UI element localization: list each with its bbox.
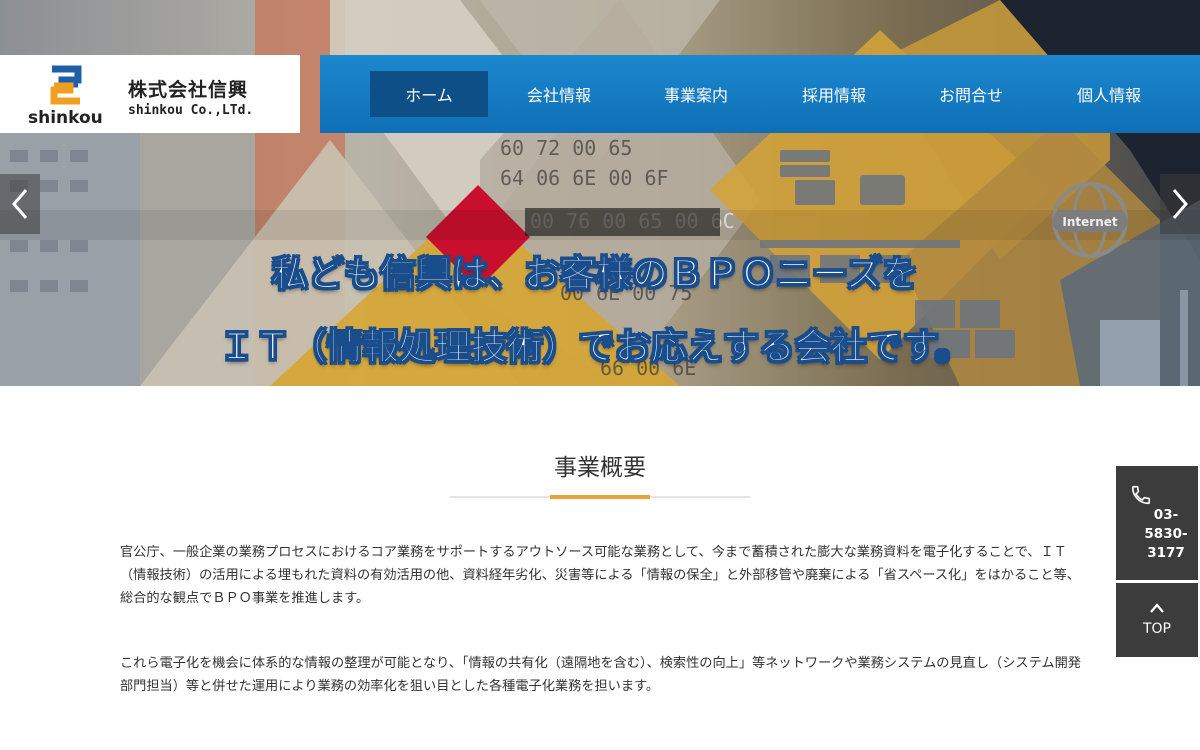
svg-text:60 72 00 65: 60 72 00 65 (500, 136, 632, 160)
hero-banner: 60 72 00 65 64 06 6E 00 6F 00 76 00 65 0… (0, 0, 1200, 386)
hero-headline-2: ＩＴ（情報処理技術）でお応えする会社です。 (218, 327, 972, 369)
logo-text-ja: 株式会社信興 (128, 79, 249, 101)
nav-item-recruit[interactable]: 採用情報 (780, 71, 888, 117)
nav-item-company[interactable]: 会社情報 (505, 71, 613, 117)
chevron-right-icon (1172, 189, 1188, 219)
logo[interactable]: shinkou 株式会社信興 shinkou Co.,LTd. (0, 55, 300, 133)
phone-widget[interactable]: 03-5830-3177 (1116, 466, 1198, 580)
main-nav: ホーム 会社情報 事業案内 採用情報 お問合せ 個人情報 (320, 55, 1200, 133)
back-to-top-label: TOP (1142, 621, 1171, 637)
title-accent-bar (550, 495, 650, 499)
paragraph-1: 官公庁、一般企業の業務プロセスにおけるコア業務をサポートするアウトソース可能な業… (120, 545, 1080, 606)
chevron-up-icon (1150, 603, 1164, 613)
nav-item-home[interactable]: ホーム (370, 71, 488, 117)
phone-number: 03-5830-3177 (1144, 507, 1188, 561)
logo-company-name: shinkou Co.,LTd. (128, 103, 254, 118)
svg-text:64 06 6E 00 6F: 64 06 6E 00 6F (500, 166, 669, 190)
logo-text-en: shinkou (28, 108, 103, 128)
paragraph-2: これら電子化を機会に体系的な情報の整理が可能となり、「情報の共有化（遠隔地を含む… (120, 656, 1081, 694)
shinkou-logo-icon (50, 65, 82, 105)
nav-item-privacy[interactable]: 個人情報 (1055, 71, 1163, 117)
nav-item-contact[interactable]: お問合せ (917, 71, 1025, 117)
back-to-top-button[interactable]: TOP (1116, 583, 1198, 657)
slider-prev-button[interactable] (0, 174, 40, 234)
chevron-left-icon (12, 189, 28, 219)
nav-item-business[interactable]: 事業案内 (642, 71, 750, 117)
slider-next-button[interactable] (1160, 174, 1200, 234)
phone-icon (1131, 485, 1151, 505)
section-title: 事業概要 (554, 455, 646, 481)
hero-headline-1: 私ども信興は、お客様のＢＰＯニーズを (271, 254, 919, 296)
internet-badge-text: Internet (1062, 215, 1117, 229)
